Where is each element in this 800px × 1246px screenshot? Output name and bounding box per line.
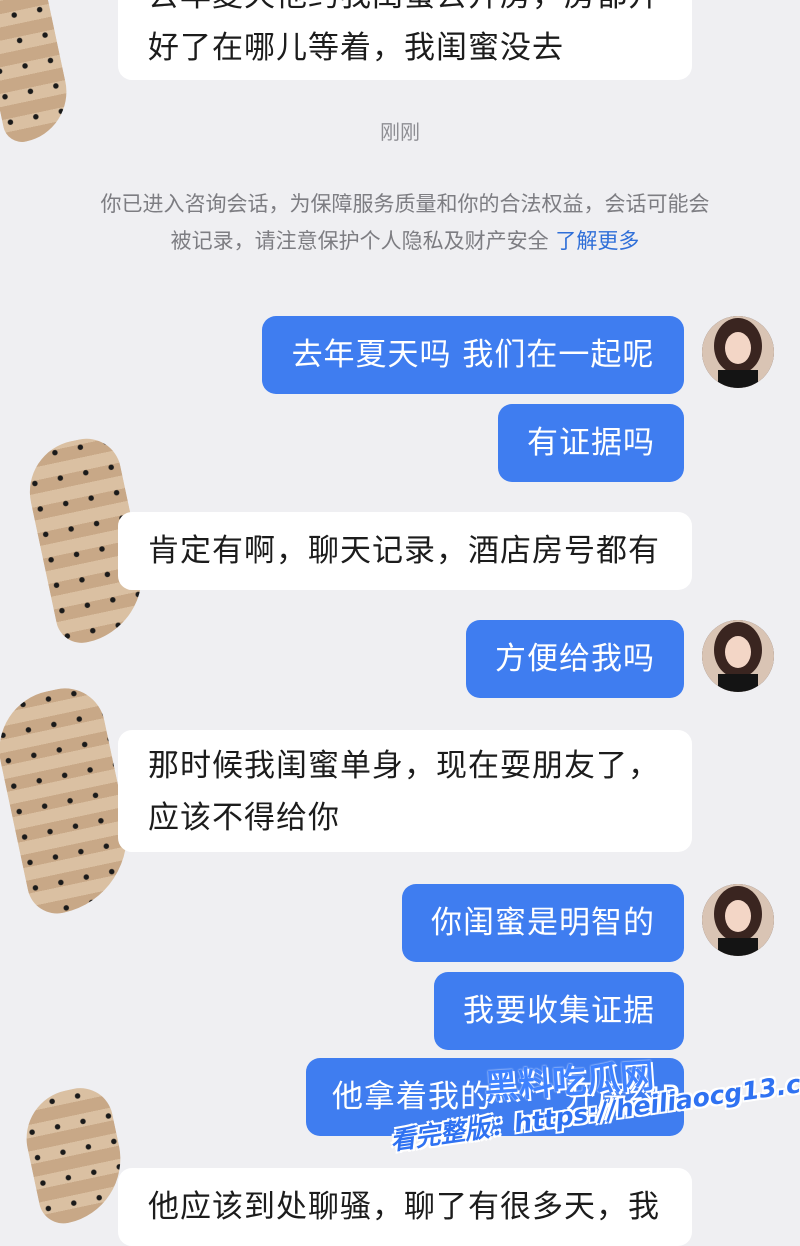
message-text: 肯定有啊，聊天记录，酒店房号都有 [148, 533, 660, 569]
message-text: 我要收集证据 [463, 993, 655, 1029]
message-text: 那时候我闺蜜单身，现在耍朋友了， [148, 748, 660, 784]
message-text: 有证据吗 [527, 425, 655, 461]
message-text: 去年夏天他约我闺蜜去开房，房都开 [148, 0, 692, 22]
message-bubble-incoming: 他应该到处聊骚，聊了有很多天，我 [118, 1168, 692, 1246]
my-avatar[interactable] [702, 620, 774, 692]
censored-avatar [17, 1082, 133, 1228]
message-bubble-outgoing: 有证据吗 [498, 404, 684, 482]
message-text: 应该不得给你 [148, 800, 340, 836]
my-avatar[interactable] [702, 316, 774, 388]
message-text: 你闺蜜是明智的 [431, 905, 655, 941]
message-bubble-incoming: 那时候我闺蜜单身，现在耍朋友了， 应该不得给你 [118, 730, 692, 852]
message-text: 方便给我吗 [495, 641, 655, 677]
message-bubble-outgoing: 去年夏天吗 我们在一起呢 [262, 316, 684, 394]
message-bubble-outgoing: 我要收集证据 [434, 972, 684, 1050]
message-bubble-outgoing: 你闺蜜是明智的 [402, 884, 684, 962]
message-text: 去年夏天吗 我们在一起呢 [291, 337, 655, 373]
timestamp: 刚刚 [380, 120, 420, 144]
message-text: 他应该到处聊骚，聊了有很多天，我 [148, 1189, 660, 1225]
message-bubble-incoming: 肯定有啊，聊天记录，酒店房号都有 [118, 512, 692, 590]
learn-more-link[interactable]: 了解更多 [555, 229, 639, 253]
message-bubble-outgoing: 方便给我吗 [466, 620, 684, 698]
consultation-notice: 你已进入咨询会话，为保障服务质量和你的合法权益，会话可能会被记录，请注意保护个人… [100, 186, 710, 260]
message-text: 好了在哪儿等着，我闺蜜没去 [148, 30, 564, 66]
my-avatar[interactable] [702, 884, 774, 956]
message-bubble-incoming: 去年夏天他约我闺蜜去开房，房都开 好了在哪儿等着，我闺蜜没去 [118, 0, 692, 80]
